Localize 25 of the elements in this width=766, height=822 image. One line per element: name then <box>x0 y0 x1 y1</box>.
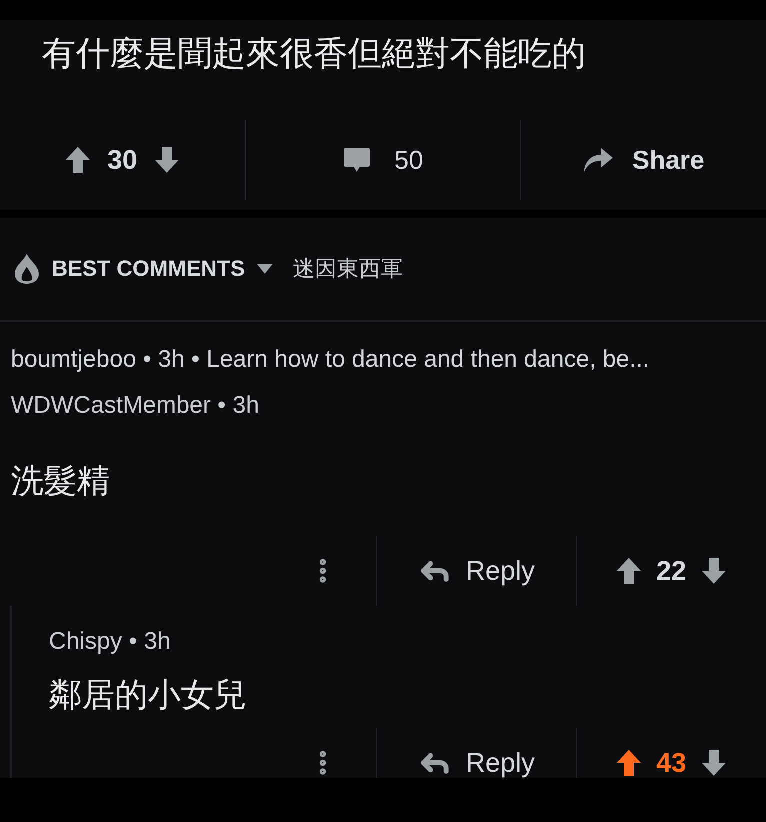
sort-button[interactable]: BEST COMMENTS <box>14 253 274 285</box>
downvote-arrow-icon[interactable] <box>700 557 727 585</box>
upvote-arrow-icon[interactable] <box>616 557 642 585</box>
reply-button[interactable]: Reply <box>418 746 536 778</box>
comment-meta: Chispy • 3h <box>48 627 172 657</box>
upvote-arrow-icon[interactable] <box>65 146 92 174</box>
downvote-arrow-icon[interactable] <box>154 146 180 174</box>
community-name: 迷因東西軍 <box>293 255 404 283</box>
share-button[interactable]: Share <box>582 144 705 176</box>
caret-icon <box>257 264 274 274</box>
collapsed-comment-line[interactable]: boumtjeboo • 3h • Learn how to dance and then dance, be... <box>0 334 766 386</box>
comments-button[interactable]: 50 <box>342 144 424 176</box>
comment-meta: WDWCastMember • 3h <box>10 391 260 421</box>
flame-icon <box>14 253 40 285</box>
upvote-arrow-icon[interactable] <box>616 749 642 777</box>
comment-body: 洗髮精 <box>10 460 111 500</box>
vote-count: 43 <box>656 748 687 778</box>
downvote-arrow-icon[interactable] <box>700 749 727 777</box>
comment-body: 鄰居的小女兒 <box>48 674 248 714</box>
post-title: 有什麼是聞起來很香但絕對不能吃的 <box>41 34 587 75</box>
vote-count: 30 <box>107 144 138 176</box>
comment-bubble-icon <box>342 146 371 174</box>
share-arrow-icon <box>582 146 614 174</box>
reply-button[interactable]: Reply <box>418 554 536 588</box>
vote-count: 22 <box>656 556 687 586</box>
